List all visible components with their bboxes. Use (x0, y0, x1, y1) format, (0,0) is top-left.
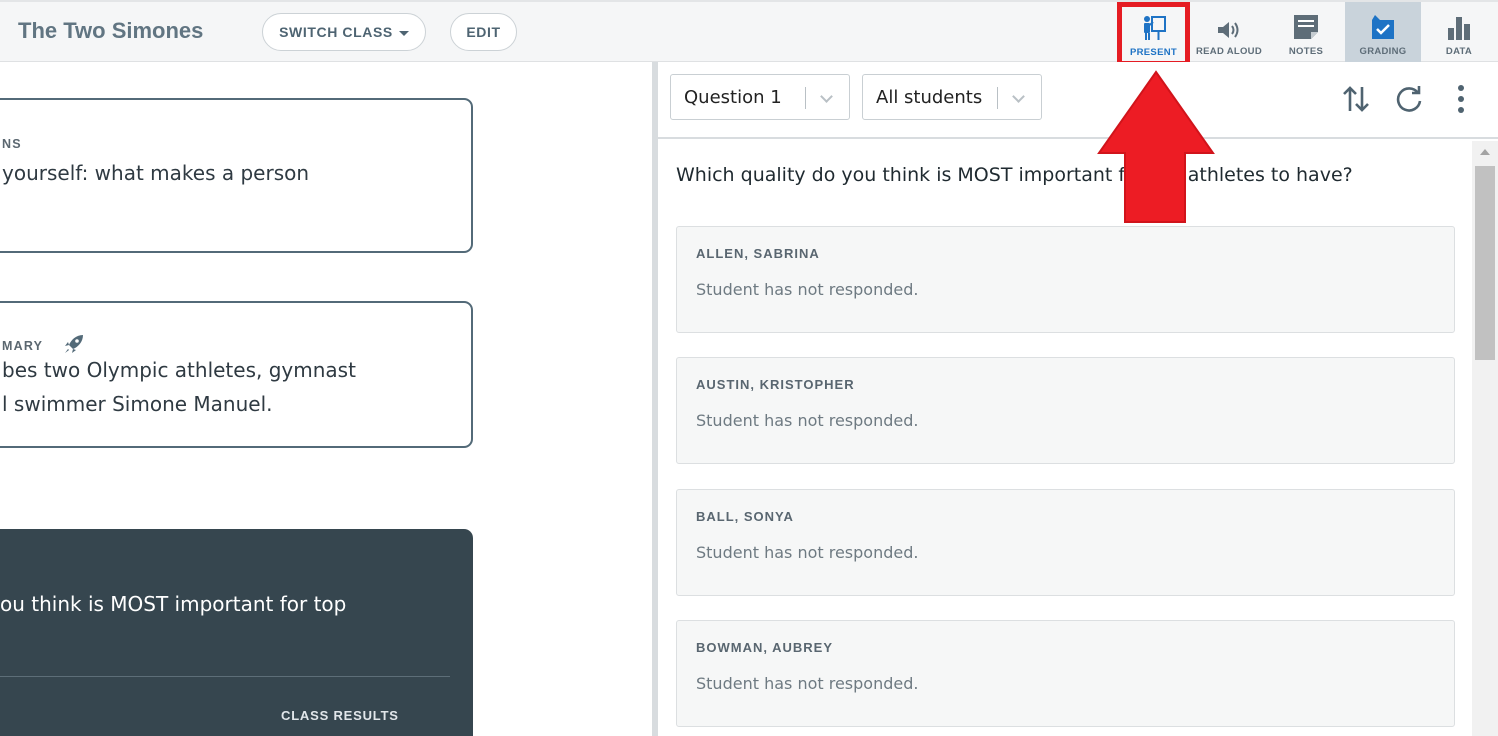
summary-line-2: l swimmer Simone Manuel. (2, 392, 273, 416)
scroll-up-arrow-icon[interactable] (1480, 149, 1490, 155)
grading-panel: Question 1 All students Which quality do… (658, 62, 1498, 736)
grading-icon (1370, 8, 1396, 40)
card-text: yourself: what makes a person (2, 161, 310, 185)
switch-class-button[interactable]: SWITCH CLASS (262, 13, 426, 51)
edit-button[interactable]: EDIT (450, 13, 517, 51)
select-separator (805, 87, 806, 109)
more-icon (1458, 85, 1464, 113)
lesson-content-panel: NS yourself: what makes a person MARY be… (0, 62, 652, 736)
present-tool-button[interactable]: PRESENT (1117, 2, 1190, 66)
edit-label: EDIT (466, 24, 501, 40)
grading-toolbar: Question 1 All students (658, 62, 1498, 139)
student-name: BOWMAN, AUBREY (696, 640, 834, 655)
student-name: BALL, SONYA (696, 509, 794, 524)
data-tool-button[interactable]: DATA (1421, 2, 1497, 64)
grading-label: GRADING (1359, 46, 1407, 57)
switch-class-label: SWITCH CLASS (279, 24, 393, 40)
students-select[interactable]: All students (862, 74, 1042, 120)
chevron-down-icon (820, 90, 833, 103)
grading-tool-button[interactable]: GRADING (1345, 2, 1421, 64)
read-aloud-icon (1216, 8, 1242, 40)
card-label: NS (2, 137, 22, 151)
student-name: AUSTIN, KRISTOPHER (696, 377, 855, 392)
divider (0, 676, 450, 677)
question-card-text: ou think is MOST important for top (0, 592, 347, 616)
select-separator (997, 87, 998, 109)
card-text: bes two Olympic athletes, gymnast l swim… (2, 353, 356, 421)
question-card: ou think is MOST important for top CLASS… (0, 529, 473, 736)
scrollbar[interactable] (1472, 141, 1498, 736)
question-select[interactable]: Question 1 (670, 74, 850, 120)
top-header: The Two Simones SWITCH CLASS EDIT PRESEN… (0, 0, 1498, 66)
more-options-button[interactable] (1444, 82, 1478, 116)
response-status: Student has not responded. (696, 543, 919, 562)
notes-label: NOTES (1288, 46, 1324, 57)
response-status: Student has not responded. (696, 280, 919, 299)
student-response-card[interactable]: AUSTIN, KRISTOPHER Student has not respo… (676, 357, 1455, 464)
summary-card: MARY bes two Olympic athletes, gymnast l… (0, 301, 473, 448)
read-aloud-label: READ ALOUD (1196, 46, 1262, 57)
question-select-value: Question 1 (684, 86, 782, 108)
scrollbar-thumb[interactable] (1475, 166, 1495, 360)
student-response-card[interactable]: ALLEN, SABRINA Student has not responded… (676, 226, 1455, 333)
class-results-link[interactable]: CLASS RESULTS (281, 708, 399, 723)
chevron-down-icon (1012, 90, 1025, 103)
present-icon (1141, 10, 1167, 42)
data-icon (1447, 8, 1471, 40)
sort-icon (1343, 86, 1369, 112)
response-status: Student has not responded. (696, 411, 919, 430)
response-status: Student has not responded. (696, 674, 919, 693)
student-name: ALLEN, SABRINA (696, 246, 820, 261)
summary-label: MARY (2, 339, 43, 353)
student-response-card[interactable]: BOWMAN, AUBREY Student has not responded… (676, 620, 1455, 727)
caret-down-icon (398, 30, 409, 36)
red-arrow-annotation (1097, 70, 1215, 223)
sort-button[interactable] (1339, 82, 1373, 116)
student-response-card[interactable]: BALL, SONYA Student has not responded. (676, 489, 1455, 596)
instructions-card: NS yourself: what makes a person (0, 98, 473, 253)
read-aloud-tool-button[interactable]: READ ALOUD (1191, 2, 1267, 64)
notes-tool-button[interactable]: NOTES (1268, 2, 1344, 64)
summary-line-1: bes two Olympic athletes, gymnast (2, 358, 356, 382)
lesson-title: The Two Simones (18, 18, 204, 43)
present-label: PRESENT (1130, 47, 1177, 58)
notes-icon (1293, 8, 1319, 40)
data-label: DATA (1445, 46, 1473, 57)
refresh-icon (1396, 86, 1422, 112)
refresh-button[interactable] (1392, 82, 1426, 116)
students-select-value: All students (876, 86, 983, 108)
question-text: Which quality do you think is MOST impor… (676, 164, 1353, 186)
